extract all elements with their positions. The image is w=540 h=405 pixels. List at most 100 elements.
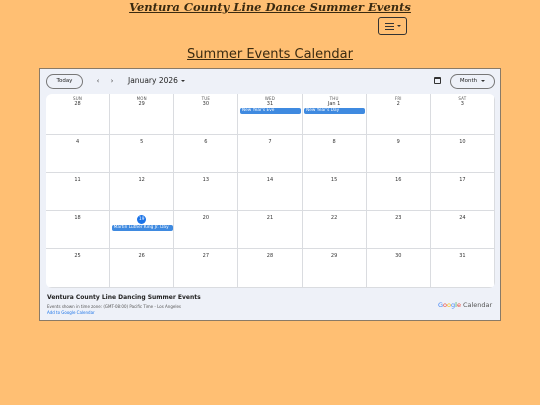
month-picker[interactable]: January 2026: [128, 75, 185, 87]
day-number[interactable]: 29: [110, 101, 173, 107]
day-cell[interactable]: 4: [46, 135, 111, 173]
google-calendar-logo[interactable]: Google Calendar: [438, 301, 492, 309]
site-title[interactable]: Ventura County Line Dance Summer Events: [0, 0, 540, 14]
day-number[interactable]: 10: [431, 139, 494, 145]
day-cell[interactable]: 20: [174, 211, 239, 249]
day-number[interactable]: 3: [431, 101, 494, 107]
day-number[interactable]: 16: [367, 177, 430, 183]
day-number[interactable]: 23: [367, 215, 430, 221]
day-number-text: 21: [266, 215, 274, 221]
day-cell[interactable]: 28: [238, 249, 303, 288]
day-number[interactable]: 6: [174, 139, 237, 145]
previous-month-button[interactable]: ‹: [94, 75, 102, 87]
chevron-down-icon: [180, 80, 185, 82]
day-number[interactable]: 28: [238, 253, 301, 259]
day-number[interactable]: 2: [367, 101, 430, 107]
day-cell[interactable]: THU Jan 1: [302, 94, 367, 135]
day-cell[interactable]: 6: [174, 135, 239, 173]
day-cell[interactable]: WED 31: [238, 94, 303, 135]
day-number-text: 4: [75, 139, 80, 145]
day-cell[interactable]: 10: [430, 135, 495, 173]
day-number-text: 28: [266, 253, 274, 259]
hamburger-icon: [384, 22, 394, 30]
day-number[interactable]: 25: [46, 253, 109, 259]
day-cell[interactable]: SUN 28: [46, 94, 111, 135]
day-number[interactable]: 19: [110, 215, 173, 224]
day-cell[interactable]: 25: [46, 249, 111, 288]
embedded-calendar: Today ‹ › January 2026 Month SUN 28 MON 29 T…: [39, 68, 501, 321]
day-number[interactable]: 7: [238, 139, 301, 145]
day-number[interactable]: 15: [303, 177, 366, 183]
day-number-text: 30: [202, 101, 210, 107]
day-number[interactable]: 14: [238, 177, 301, 183]
day-cell[interactable]: 7: [238, 135, 303, 173]
menu-toggle-button[interactable]: [378, 17, 407, 35]
day-cell[interactable]: 8: [302, 135, 367, 173]
day-number[interactable]: 17: [431, 177, 494, 183]
day-cell[interactable]: 13: [174, 173, 239, 211]
day-number[interactable]: 13: [174, 177, 237, 183]
day-number[interactable]: 8: [303, 139, 366, 145]
day-number[interactable]: 21: [238, 215, 301, 221]
day-number-text: 24: [459, 215, 466, 221]
day-number[interactable]: 26: [110, 253, 173, 259]
day-cell[interactable]: 18: [46, 211, 111, 249]
day-cell[interactable]: 30: [366, 249, 431, 288]
day-cell[interactable]: 5: [110, 135, 175, 173]
day-cell[interactable]: SAT 3: [430, 94, 495, 135]
day-number[interactable]: 27: [174, 253, 237, 259]
day-cell[interactable]: 15: [302, 173, 367, 211]
calendar-event[interactable]: New Year's Eve: [239, 108, 302, 114]
day-cell[interactable]: 11: [46, 173, 111, 211]
day-cell[interactable]: 27: [174, 249, 239, 288]
day-cell[interactable]: 21: [238, 211, 303, 249]
next-month-button[interactable]: ›: [108, 75, 116, 87]
day-number[interactable]: 28: [46, 101, 109, 107]
day-number[interactable]: 22: [303, 215, 366, 221]
day-cell[interactable]: FRI 2: [366, 94, 431, 135]
day-cell[interactable]: 12: [110, 173, 175, 211]
day-number[interactable]: 4: [46, 139, 109, 145]
day-number-text: 27: [202, 253, 210, 259]
day-cell[interactable]: 26: [110, 249, 175, 288]
chevron-down-icon: [481, 79, 486, 82]
month-grid: SUN 28 MON 29 TUE 30 WED 31 THU Jan 1 FRI 2 SAT 3 4 5 6 7…: [46, 94, 495, 288]
day-cell[interactable]: 9: [366, 135, 431, 173]
day-number[interactable]: 31: [431, 253, 494, 259]
day-number[interactable]: 9: [367, 139, 430, 145]
day-cell[interactable]: 24: [430, 211, 495, 249]
add-to-google-calendar-link[interactable]: Add to Google Calendar: [47, 310, 95, 315]
day-number[interactable]: 24: [431, 215, 494, 221]
day-cell[interactable]: 17: [430, 173, 495, 211]
day-cell[interactable]: MON 29: [110, 94, 175, 135]
day-cell[interactable]: 23: [366, 211, 431, 249]
view-label: Month: [459, 78, 478, 84]
day-number-text: 16: [395, 177, 402, 183]
day-number[interactable]: 29: [303, 253, 366, 259]
day-number[interactable]: 31: [238, 101, 301, 107]
day-cell[interactable]: 31: [430, 249, 495, 288]
day-number[interactable]: 11: [46, 177, 109, 183]
day-number[interactable]: Jan 1: [303, 101, 366, 107]
day-cell[interactable]: 14: [238, 173, 303, 211]
day-cell[interactable]: 22: [302, 211, 367, 249]
day-cell[interactable]: TUE 30: [174, 94, 239, 135]
day-number[interactable]: 12: [110, 177, 173, 183]
day-number[interactable]: 5: [110, 139, 173, 145]
calendar-icon[interactable]: [434, 77, 441, 84]
day-number[interactable]: 30: [367, 253, 430, 259]
day-cell[interactable]: 29: [302, 249, 367, 288]
day-number-text: 5: [140, 139, 144, 145]
day-cell[interactable]: 16: [366, 173, 431, 211]
day-number[interactable]: 18: [46, 215, 109, 221]
day-number[interactable]: 30: [174, 101, 237, 107]
day-number-text: 17: [459, 177, 466, 183]
calendar-event[interactable]: New Year's Day: [304, 108, 366, 114]
day-number-text: 7: [268, 139, 272, 145]
day-number-text: 18: [74, 215, 81, 221]
day-number[interactable]: 20: [174, 215, 237, 221]
today-button[interactable]: Today: [46, 74, 83, 89]
calendar-event[interactable]: Martin Luther King Jr. Day: [111, 225, 173, 231]
view-selector-button[interactable]: Month: [450, 74, 495, 89]
day-number-text: 20: [202, 215, 210, 221]
